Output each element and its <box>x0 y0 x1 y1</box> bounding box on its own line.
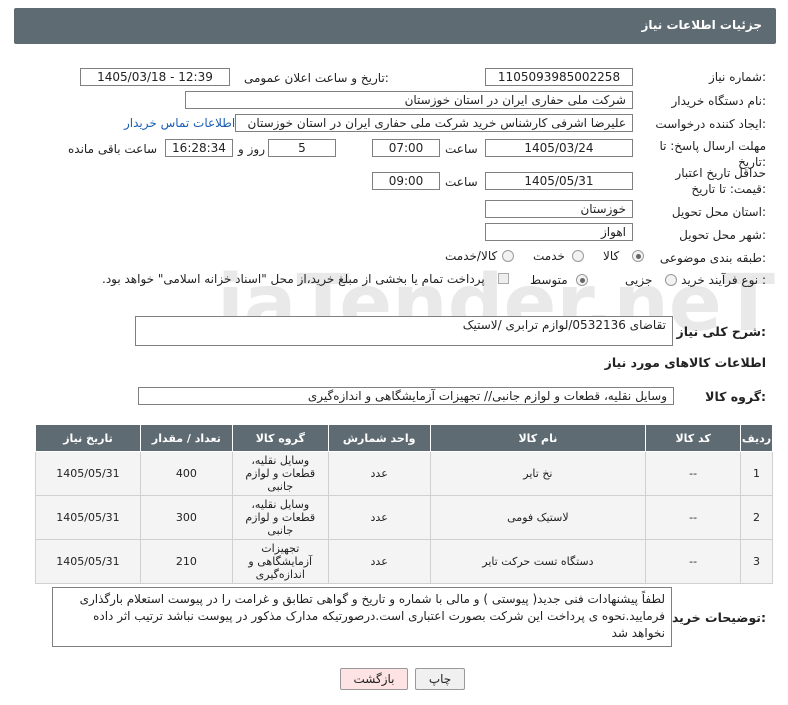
remaining-time-field: 16:28:34 <box>165 139 233 157</box>
col-header-name: نام کالا <box>429 424 647 452</box>
buyer-org-label: نام دستگاه خریدار: <box>671 94 767 108</box>
buyer-notes-label: توضیحات خریدار: <box>660 610 766 625</box>
validity-time-field: 09:00 <box>372 172 440 190</box>
goods-group-field: وسایل نقلیه، قطعات و لوازم جانبی// تجهیز… <box>138 387 674 405</box>
cell-unit: عدد <box>327 495 431 540</box>
treasury-payment-checkbox[interactable] <box>498 273 509 284</box>
items-table: ردیف کد کالا نام کالا واحد شمارش گروه کا… <box>35 424 773 584</box>
need-number-field: 1105093985002258 <box>485 68 633 86</box>
deadline-time-label: ساعت <box>445 142 478 156</box>
table-row: 3 -- دستگاه تست حرکت تایر عدد تجهیزات آز… <box>35 539 773 584</box>
cell-row-number: 1 <box>740 451 773 496</box>
col-header-row-number: ردیف <box>740 424 773 452</box>
cell-name: لاستیک فومی <box>429 495 647 540</box>
category-radio-service[interactable] <box>572 250 584 262</box>
page-title: جزئیات اطلاعات نیاز <box>641 18 762 32</box>
process-label: نوع فرآیند خرید : <box>681 273 766 287</box>
announce-date-field: 1405/03/18 - 12:39 <box>80 68 230 86</box>
remaining-label: ساعت باقی مانده <box>68 142 158 156</box>
province-label: استان محل تحویل: <box>671 205 766 219</box>
cell-name: دستگاه تست حرکت تایر <box>429 539 647 584</box>
contact-info-link[interactable]: اطلاعات تماس خریدار <box>124 116 235 130</box>
cell-date: 1405/05/31 <box>35 495 141 540</box>
col-header-date: تاریخ نیاز <box>35 424 141 452</box>
process-radio-minor[interactable] <box>665 274 677 286</box>
city-label: شهر محل تحویل: <box>679 228 766 242</box>
category-radio-both[interactable] <box>502 250 514 262</box>
process-option-minor: جزیی <box>625 273 653 287</box>
table-header-row: ردیف کد کالا نام کالا واحد شمارش گروه کا… <box>35 424 773 452</box>
description-field: تقاضای 0532136/لوازم ترابری /لاستیک <box>135 316 673 346</box>
process-option-medium: متوسط <box>530 273 568 287</box>
deadline-time-field: 07:00 <box>372 139 440 157</box>
cell-row-number: 2 <box>740 495 773 540</box>
deadline-date-field: 1405/03/24 <box>485 139 633 157</box>
table-row: 2 -- لاستیک فومی عدد وسایل نقلیه، قطعات … <box>35 495 773 540</box>
cell-code: -- <box>645 451 742 496</box>
validity-time-label: ساعت <box>445 175 478 189</box>
page-header: جزئیات اطلاعات نیاز <box>14 8 776 44</box>
province-field: خوزستان <box>485 200 633 218</box>
buyer-notes-field: لطفاً پیشنهادات فنی جدید( پیوستی ) و مال… <box>52 587 672 647</box>
cell-qty: 210 <box>139 539 233 584</box>
cell-qty: 400 <box>139 451 233 496</box>
back-button[interactable]: بازگشت <box>340 668 408 690</box>
validity-label: حداقل تاریخ اعتبار قیمت: تا تاریخ: <box>675 166 766 196</box>
cell-qty: 300 <box>139 495 233 540</box>
col-header-unit: واحد شمارش <box>327 424 431 452</box>
goods-group-label: گروه کالا: <box>705 389 766 404</box>
cell-date: 1405/05/31 <box>35 539 141 584</box>
cell-code: -- <box>645 539 742 584</box>
cell-row-number: 3 <box>740 539 773 584</box>
cell-code: -- <box>645 495 742 540</box>
buyer-org-field: شرکت ملی حفاری ایران در استان خوزستان <box>185 91 633 109</box>
table-row: 1 -- نخ تایر عدد وسایل نقلیه، قطعات و لو… <box>35 451 773 496</box>
cell-name: نخ تایر <box>429 451 647 496</box>
cell-unit: عدد <box>327 539 431 584</box>
cell-group: وسایل نقلیه، قطعات و لوازم جانبی <box>231 495 329 540</box>
print-button[interactable]: چاپ <box>415 668 465 690</box>
city-field: اهواز <box>485 223 633 241</box>
description-label: شرح کلی نیاز: <box>676 324 767 339</box>
category-label: طبقه بندی موضوعی: <box>659 251 766 265</box>
cell-group: تجهیزات آزمایشگاهی و اندازه‌گیری <box>231 539 329 584</box>
cell-unit: عدد <box>327 451 431 496</box>
days-field: 5 <box>268 139 336 157</box>
col-header-group: گروه کالا <box>231 424 329 452</box>
cell-group: وسایل نقلیه، قطعات و لوازم جانبی <box>231 451 329 496</box>
category-option-service: خدمت <box>533 249 565 263</box>
category-radio-goods[interactable] <box>632 250 644 262</box>
treasury-payment-note: پرداخت تمام یا بخشی از مبلغ خرید،از محل … <box>102 272 485 286</box>
announce-label: تاریخ و ساعت اعلان عمومی: <box>244 71 389 85</box>
process-radio-medium[interactable] <box>576 274 588 286</box>
category-option-both: کالا/خدمت <box>445 249 498 263</box>
cell-date: 1405/05/31 <box>35 451 141 496</box>
goods-section-title: اطلاعات کالاهای مورد نیاز <box>604 355 766 370</box>
col-header-qty: تعداد / مقدار <box>139 424 233 452</box>
validity-date-field: 1405/05/31 <box>485 172 633 190</box>
need-number-label: شماره نیاز: <box>708 70 766 84</box>
requester-field: علیرضا اشرفی کارشناس خرید شرکت ملی حفاری… <box>235 114 633 132</box>
col-header-code: کد کالا <box>645 424 742 452</box>
requester-label: ایجاد کننده درخواست: <box>655 117 766 131</box>
days-label: روز و <box>238 142 265 156</box>
category-option-goods: کالا <box>603 249 620 263</box>
